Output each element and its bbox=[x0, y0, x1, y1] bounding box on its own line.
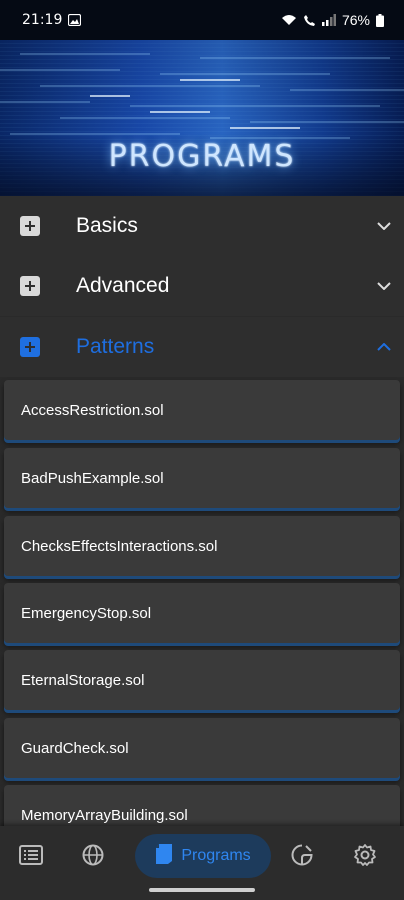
programs-icon bbox=[155, 843, 173, 870]
globe-icon bbox=[82, 844, 104, 871]
list-item[interactable]: BadPushExample.sol bbox=[4, 448, 400, 508]
list-item[interactable]: ChecksEffectsInteractions.sol bbox=[4, 516, 400, 576]
plus-icon bbox=[20, 276, 40, 296]
nav-settings-button[interactable] bbox=[352, 842, 378, 872]
file-name: MemoryArrayBuilding.sol bbox=[21, 806, 188, 824]
page-title: PROGRAMS bbox=[108, 139, 296, 174]
list-item[interactable]: GuardCheck.sol bbox=[4, 718, 400, 778]
section-label: Advanced bbox=[76, 274, 170, 297]
file-name: AccessRestriction.sol bbox=[21, 401, 164, 419]
section-label: Basics bbox=[76, 214, 138, 237]
section-advanced[interactable]: Advanced bbox=[0, 256, 404, 316]
status-time: 21:19 bbox=[22, 12, 63, 28]
plus-icon bbox=[20, 216, 40, 236]
file-name: BadPushExample.sol bbox=[21, 469, 164, 487]
call-icon bbox=[303, 14, 316, 27]
battery-text: 76% bbox=[341, 12, 370, 28]
file-name: ChecksEffectsInteractions.sol bbox=[21, 537, 218, 555]
file-name: EternalStorage.sol bbox=[21, 671, 145, 689]
nav-notes-button[interactable] bbox=[289, 842, 315, 872]
chevron-up-icon bbox=[364, 343, 404, 351]
gallery-icon bbox=[68, 14, 82, 26]
section-patterns[interactable]: Patterns bbox=[0, 317, 404, 377]
wifi-icon bbox=[281, 14, 297, 26]
home-indicator[interactable] bbox=[149, 888, 255, 892]
nav-list-button[interactable] bbox=[17, 842, 45, 872]
section-label: Patterns bbox=[76, 335, 155, 358]
nav-programs-button[interactable]: Programs bbox=[135, 834, 271, 878]
file-name: GuardCheck.sol bbox=[21, 739, 129, 757]
list-item[interactable]: AccessRestriction.sol bbox=[4, 380, 400, 440]
battery-icon bbox=[376, 13, 384, 27]
list-item[interactable]: EmergencyStop.sol bbox=[4, 583, 400, 643]
list-icon bbox=[19, 844, 43, 870]
nav-globe-button[interactable] bbox=[80, 842, 106, 872]
file-name: EmergencyStop.sol bbox=[21, 604, 152, 622]
list-item[interactable]: EternalStorage.sol bbox=[4, 650, 400, 710]
signal-icon bbox=[321, 14, 336, 26]
status-bar: 21:19 76% bbox=[0, 0, 404, 40]
chevron-down-icon bbox=[364, 222, 404, 230]
nav-active-label: Programs bbox=[181, 847, 251, 864]
note-icon bbox=[291, 844, 313, 871]
settings-icon bbox=[353, 843, 377, 872]
plus-icon bbox=[20, 337, 40, 357]
chevron-down-icon bbox=[364, 282, 404, 290]
section-basics[interactable]: Basics bbox=[0, 196, 404, 256]
hero-banner: PROGRAMS bbox=[0, 40, 404, 196]
